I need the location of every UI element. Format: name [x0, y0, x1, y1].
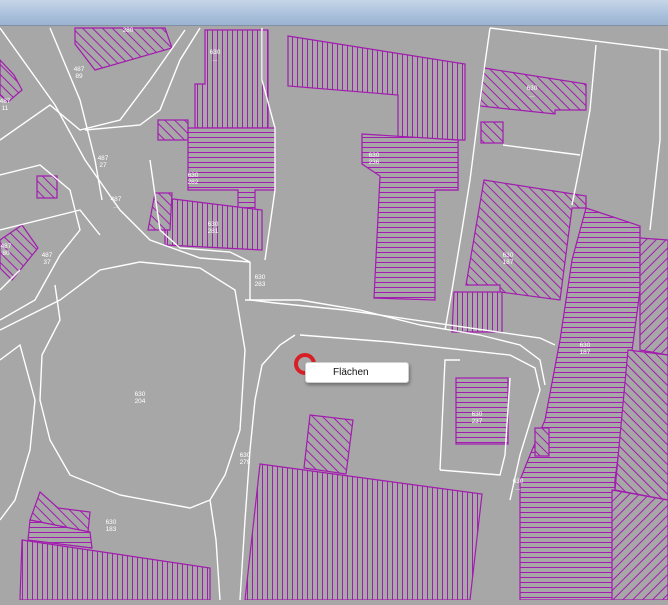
parcel-label: 630204 — [135, 391, 146, 405]
svg-text:204: 204 — [135, 398, 146, 405]
svg-text:11: 11 — [2, 105, 9, 112]
svg-text:187: 187 — [503, 259, 514, 266]
building — [611, 489, 668, 601]
svg-text:89: 89 — [75, 73, 83, 80]
svg-text:183: 183 — [106, 526, 117, 533]
svg-text:630: 630 — [472, 411, 483, 418]
parcel-label: 630237 — [472, 411, 483, 425]
parcel-label: 630281 — [208, 221, 219, 235]
svg-text:280: 280 — [123, 27, 134, 34]
svg-text:630: 630 — [210, 49, 221, 56]
svg-text:283: 283 — [255, 281, 266, 288]
map-canvas[interactable]: 280 487 89 630... 487 11 487 27 487... 630 2… — [0, 26, 668, 601]
svg-text:282: 282 — [188, 179, 199, 186]
parcel-label: 48711 — [0, 98, 11, 112]
building — [244, 463, 483, 601]
window-title-bar — [0, 0, 668, 26]
building — [480, 121, 504, 144]
svg-text:630: 630 — [135, 391, 146, 398]
tooltip-label: Flächen — [333, 367, 369, 378]
hover-tooltip: Flächen — [305, 362, 409, 383]
building — [0, 59, 23, 103]
svg-text:630: 630 — [106, 519, 117, 526]
building — [639, 237, 668, 356]
svg-text:630: 630 — [503, 252, 514, 259]
svg-text:236: 236 — [369, 159, 380, 166]
svg-text:630: 630 — [513, 478, 524, 485]
building — [303, 414, 354, 475]
parcel-label: 48737 — [42, 252, 53, 266]
parcel-label: 630236 — [369, 152, 380, 166]
svg-text:487: 487 — [0, 98, 11, 105]
svg-text:630: 630 — [255, 274, 266, 281]
svg-text:630: 630 — [580, 342, 591, 349]
building — [187, 127, 276, 211]
parcel-label: 630282 — [188, 172, 199, 186]
building — [19, 539, 211, 601]
building — [74, 27, 173, 71]
parcel-label: 48727 — [98, 155, 109, 169]
svg-text:...: ... — [113, 203, 119, 210]
svg-text:487: 487 — [98, 155, 109, 162]
building — [534, 427, 550, 457]
building — [157, 119, 189, 141]
svg-text:187: 187 — [580, 349, 591, 356]
svg-text:630: 630 — [527, 85, 538, 92]
parcel-label: 630279 — [240, 452, 251, 466]
svg-text:...: ... — [515, 485, 521, 492]
svg-text:630: 630 — [188, 172, 199, 179]
building — [147, 192, 173, 231]
parcel-label: 630187 — [503, 252, 514, 266]
parcel-label: 280 — [123, 27, 134, 34]
svg-text:80: 80 — [2, 250, 10, 257]
building — [194, 29, 269, 129]
svg-text:237: 237 — [472, 418, 483, 425]
parcel-label: 630187 — [580, 342, 591, 356]
parcel-label: 48789 — [74, 66, 85, 80]
svg-text:37: 37 — [43, 259, 51, 266]
svg-text:487: 487 — [42, 252, 53, 259]
parcel-label: 630183 — [106, 519, 117, 533]
svg-text:630: 630 — [208, 221, 219, 228]
parcel-label: 487... — [111, 196, 122, 210]
svg-text:630: 630 — [240, 452, 251, 459]
buildings-layer — [0, 27, 668, 601]
svg-text:27: 27 — [99, 162, 107, 169]
svg-text:281: 281 — [208, 228, 219, 235]
svg-text:487: 487 — [1, 243, 12, 250]
parcel-label: 630283 — [255, 274, 266, 288]
svg-text:...: ... — [212, 56, 218, 63]
building — [465, 179, 587, 301]
svg-text:...: ... — [529, 92, 535, 99]
svg-text:487: 487 — [111, 196, 122, 203]
svg-text:487: 487 — [74, 66, 85, 73]
svg-text:279: 279 — [240, 459, 251, 466]
building — [36, 175, 58, 199]
svg-text:630: 630 — [369, 152, 380, 159]
